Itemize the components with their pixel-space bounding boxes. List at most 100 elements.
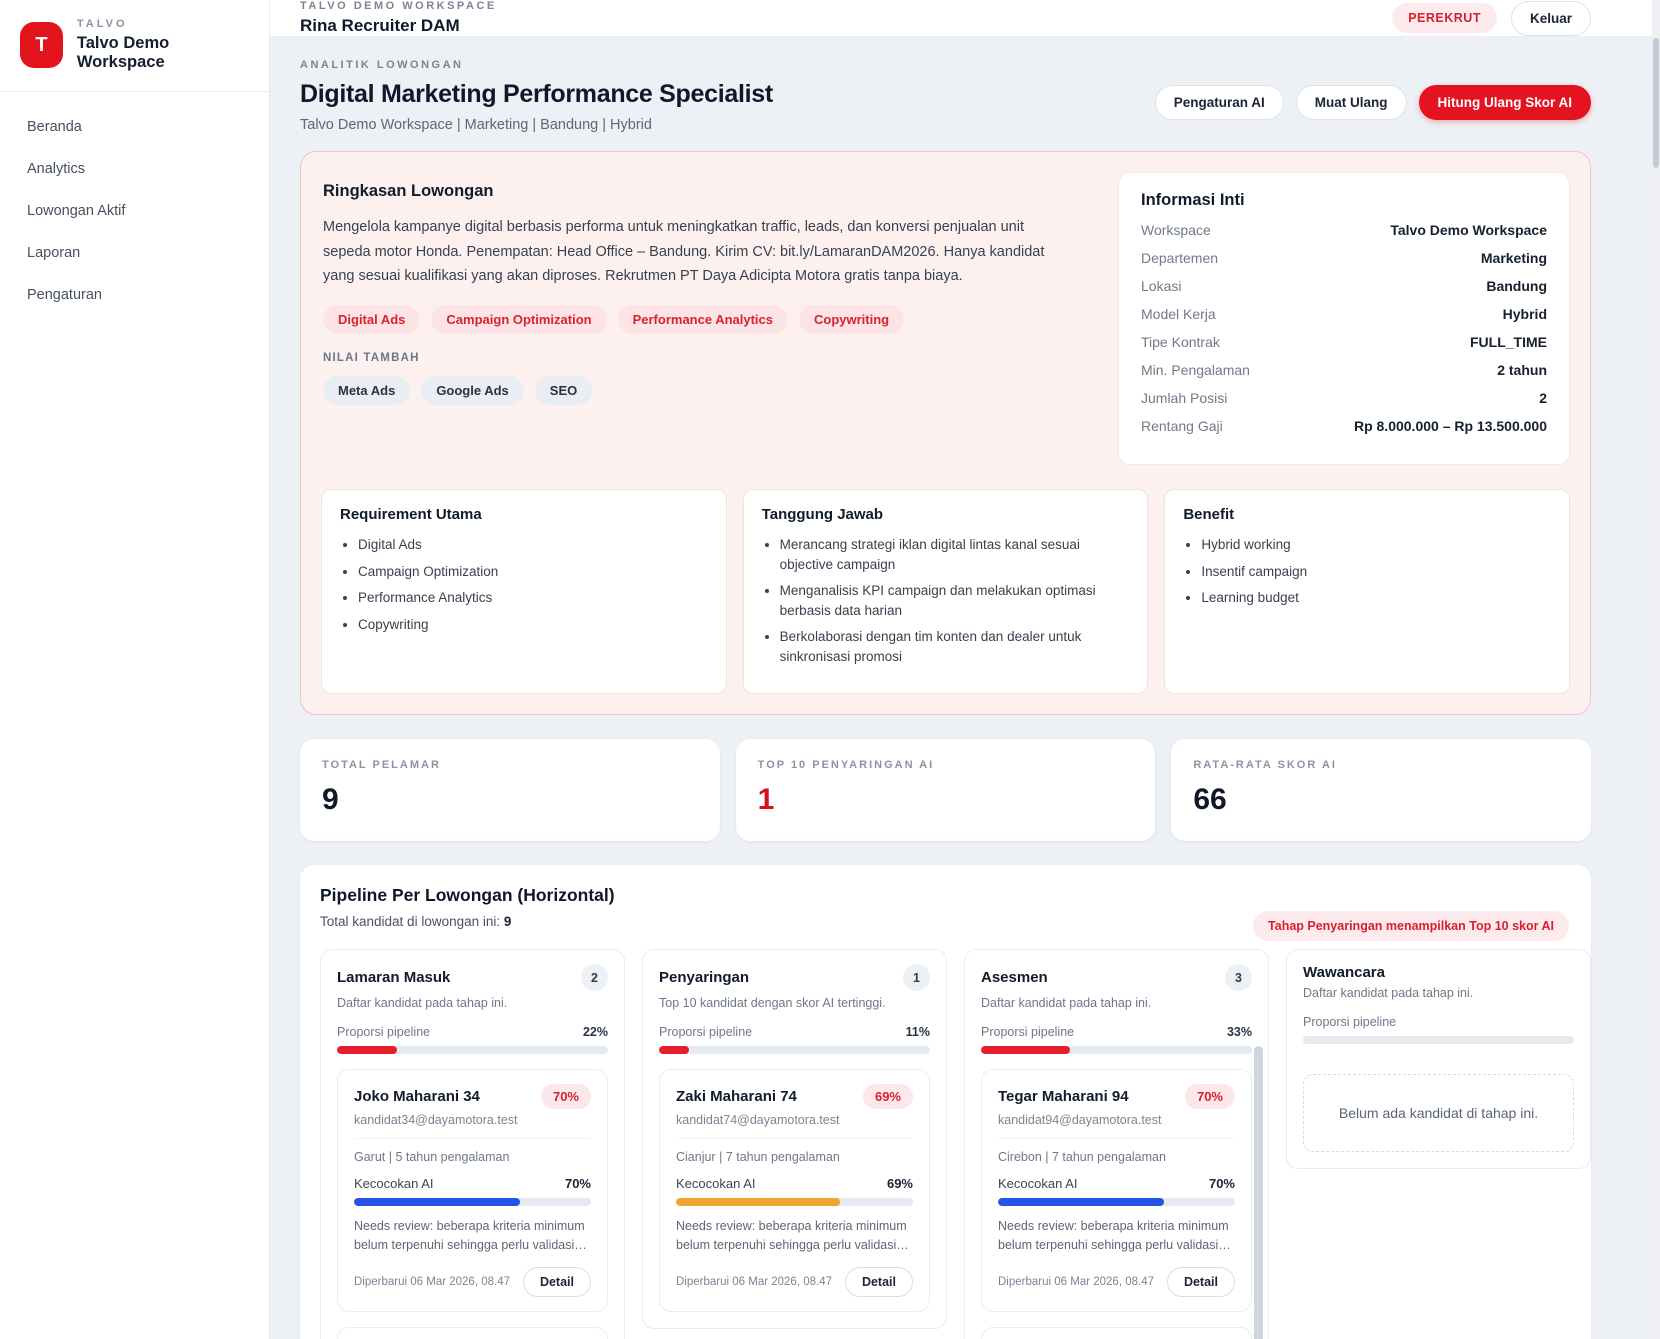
recompute-score-button[interactable]: Hitung Ulang Skor AI [1419,85,1592,120]
candidate-meta: Garut | 5 tahun pengalaman [354,1138,591,1164]
page-scrollbar[interactable] [1652,0,1660,1339]
proportion-value: 33% [1227,1025,1252,1039]
match-track [676,1198,913,1206]
skill-tag: Campaign Optimization [431,305,606,334]
detail-button[interactable]: Detail [523,1267,591,1297]
responsibility-item: Menganalisis KPI campaign dan melakukan … [780,581,1130,620]
detail-button[interactable]: Detail [845,1267,913,1297]
core-info-label: Lokasi [1141,278,1181,294]
candidate-name: Zaki Maharani 74 [676,1088,797,1105]
detail-button[interactable]: Detail [1167,1267,1235,1297]
candidate-email: kandidat34@dayamotora.test [354,1113,591,1127]
core-info-value: Rp 8.000.000 – Rp 13.500.000 [1354,418,1547,434]
requirements-title: Requirement Utama [340,506,708,523]
page-title: Digital Marketing Performance Specialist [300,80,773,109]
match-row: Kecocokan AI70% [354,1176,591,1191]
stage-header: Asesmen3 [981,964,1252,991]
role-badge: PEREKRUT [1392,3,1497,33]
stage-header: Wawancara [1303,964,1574,981]
stage-column: Lamaran Masuk2Daftar kandidat pada tahap… [320,949,625,1339]
match-fill [354,1198,520,1206]
candidate-list: Joko Maharani 3470%kandidat34@dayamotora… [337,1069,608,1339]
candidate-score-badge: 70% [1185,1084,1235,1109]
stage-count-badge: 3 [1225,964,1252,991]
top-bar: TALVO DEMO WORKSPACE Rina Recruiter DAM … [270,0,1660,37]
candidate-footer: Diperbarui 06 Mar 2026, 08.47Detail [676,1267,913,1297]
benefits-list: Hybrid workingInsentif campaignLearning … [1201,535,1551,608]
stage-description: Top 10 kandidat dengan skor AI tertinggi… [659,996,930,1010]
stat-label: TOP 10 PENYARINGAN AI [758,759,1134,771]
workspace-name: Talvo Demo Workspace [77,34,249,72]
responsibilities-list: Merancang strategi iklan digital lintas … [780,535,1130,666]
proportion-label: Proporsi pipeline [981,1025,1074,1039]
match-label: Kecocokan AI [676,1176,756,1191]
reload-button[interactable]: Muat Ulang [1296,85,1407,120]
candidate-updated: Diperbarui 06 Mar 2026, 08.47 [354,1276,510,1288]
core-info-value: Bandung [1486,278,1547,294]
proportion-label: Proporsi pipeline [659,1025,752,1039]
candidate-card: Zaki Maharani 74 69% kandidat74@dayamotora… [659,1069,930,1311]
responsibility-item: Merancang strategi iklan digital lintas … [780,535,1130,574]
skill-tag: Copywriting [799,305,904,334]
responsibility-item: Berkolaborasi dengan tim konten dan deal… [780,627,1130,666]
candidate-meta: Cirebon | 7 tahun pengalaman [998,1138,1235,1164]
requirement-item: Performance Analytics [358,588,708,608]
sidebar-item-analytics[interactable]: Analytics [0,148,269,190]
core-info-value: FULL_TIME [1470,334,1547,350]
logout-button[interactable]: Keluar [1511,1,1591,36]
core-info-rows: WorkspaceTalvo Demo WorkspaceDepartemenM… [1141,222,1547,434]
pipeline-note-badge: Tahap Penyaringan menampilkan Top 10 sko… [1253,911,1569,941]
core-info-row: Lokasi Bandung [1141,278,1547,294]
stats-row: TOTAL PELAMAR9TOP 10 PENYARINGAN AI1RATA… [300,739,1591,841]
responsibilities-title: Tanggung Jawab [762,506,1130,523]
candidate-list: Zaki Maharani 74 69% kandidat74@dayamotora… [659,1069,930,1311]
page-scrollbar-thumb[interactable] [1653,38,1659,168]
stage-column: Penyaringan1 Top 10 kandidat dengan skor … [642,949,947,1328]
nice-to-have-tags: Meta AdsGoogle AdsSEO [323,376,1090,405]
main-area: TALVO DEMO WORKSPACE Rina Recruiter DAM … [270,0,1660,1339]
candidate-note: Needs review: beberapa kriteria minimum … [354,1217,591,1253]
stage-header: Penyaringan1 [659,964,930,991]
core-info-row: Jumlah Posisi2 [1141,390,1547,406]
benefit-item: Learning budget [1201,588,1551,608]
core-info-row: Model KerjaHybrid [1141,306,1547,322]
pipeline-stages: Lamaran Masuk2Daftar kandidat pada tahap… [320,949,1591,1339]
sidebar-item-beranda[interactable]: Beranda [0,106,269,148]
stage-column: Wawancara Daftar kandidat pada tahap ini.… [1286,949,1591,1169]
benefits-card: Benefit Hybrid workingInsentif campaignL… [1164,489,1570,694]
candidate-footer: Diperbarui 06 Mar 2026, 08.47 Detail [354,1267,591,1297]
core-info-label: Model Kerja [1141,306,1216,322]
stage-scrollbar[interactable] [1254,1046,1263,1339]
match-value: 70% [1209,1176,1235,1191]
stat-card: RATA-RATA SKOR AI 66 [1171,739,1591,841]
ai-settings-button[interactable]: Pengaturan AI [1155,85,1284,120]
brand-label: TALVO [77,18,249,30]
proportion-fill [981,1046,1070,1054]
sidebar-item-pengaturan[interactable]: Pengaturan [0,274,269,316]
core-info-row: DepartemenMarketing [1141,250,1547,266]
sidebar-item-lowongan-aktif[interactable]: Lowongan Aktif [0,190,269,232]
topbar-workspace-label: TALVO DEMO WORKSPACE [300,0,497,12]
candidate-email: kandidat74@dayamotora.test [676,1113,913,1127]
requirements-card: Requirement Utama Digital AdsCampaign Op… [321,489,727,694]
proportion-value: 11% [906,1025,930,1039]
candidate-name: Tegar Maharani 94 [998,1088,1129,1105]
match-track [354,1198,591,1206]
core-info-value: 2 [1539,390,1547,406]
proportion-track [337,1046,608,1054]
nice-to-have-tag: SEO [535,376,592,405]
proportion-track [659,1046,930,1054]
candidate-score-badge: 69% [863,1084,913,1109]
stat-value: 66 [1193,783,1569,817]
candidate-card: Zaki Maharani 17470%kandidat174@dayamoto… [337,1327,608,1339]
core-info-card: Informasi Inti WorkspaceTalvo Demo Works… [1118,172,1570,465]
sidebar-item-laporan[interactable]: Laporan [0,232,269,274]
stage-description: Daftar kandidat pada tahap ini. [1303,986,1574,1000]
sidebar-header: T TALVO Talvo Demo Workspace [0,0,269,92]
stage-title: Lamaran Masuk [337,969,450,986]
stage-description: Daftar kandidat pada tahap ini. [981,996,1252,1010]
core-info-title: Informasi Inti [1141,191,1547,210]
stat-label: RATA-RATA SKOR AI [1193,759,1569,771]
core-info-value: Marketing [1481,250,1547,266]
candidate-score-badge: 70% [541,1084,591,1109]
